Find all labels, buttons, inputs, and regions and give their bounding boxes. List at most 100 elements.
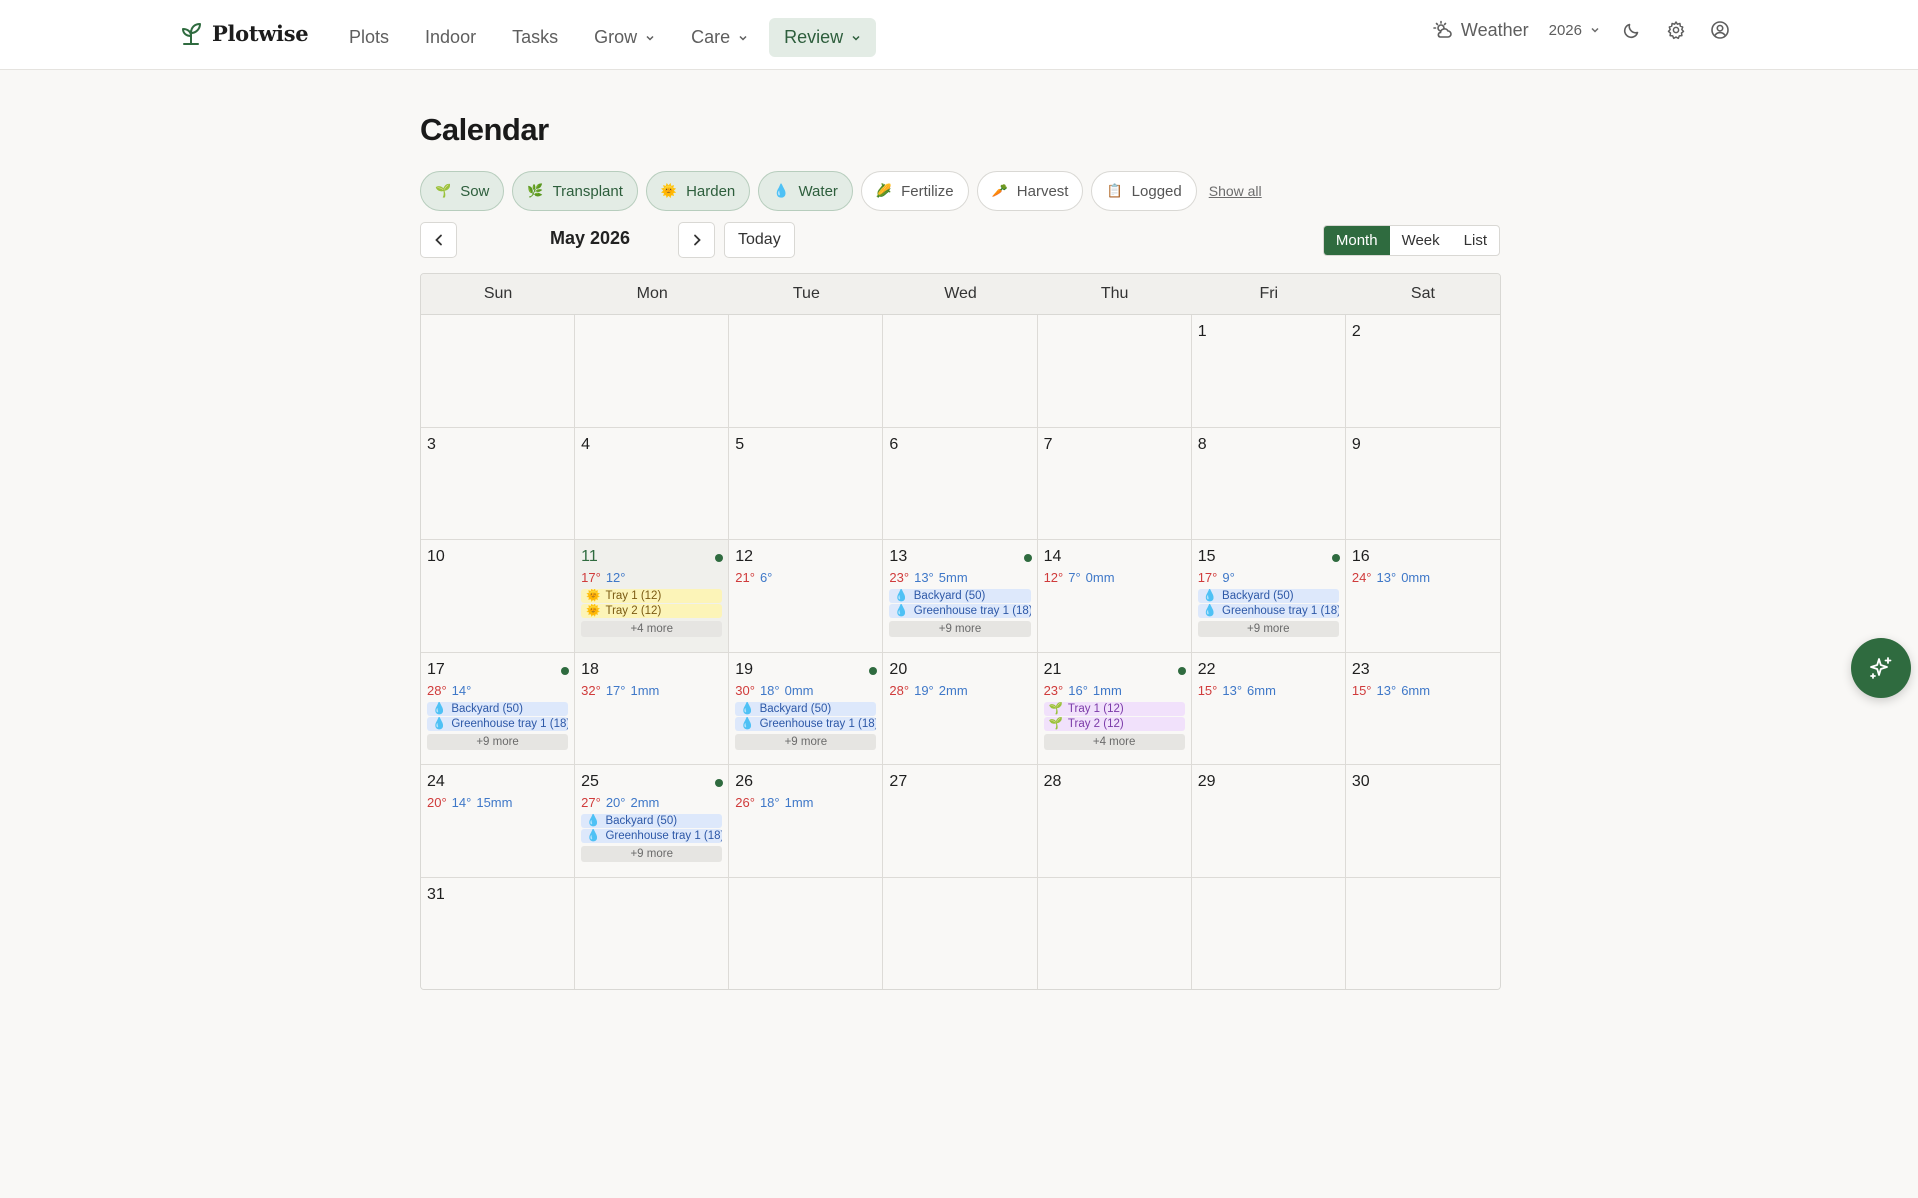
filter-chip-label: Fertilize bbox=[901, 182, 954, 200]
gear-icon bbox=[1667, 21, 1685, 40]
rainfall: 2mm bbox=[630, 795, 660, 811]
nav-link-care[interactable]: Care bbox=[676, 18, 763, 57]
high-temp: 27° bbox=[581, 795, 601, 811]
day-cell-27[interactable]: 27 bbox=[883, 765, 1038, 878]
day-cell-13[interactable]: 13 23° 13° 5mm 💧 Backyard (50) 💧 Greenhouse tra… bbox=[883, 540, 1038, 653]
event-water[interactable]: 💧 Backyard (50) bbox=[427, 701, 569, 716]
day-cell-7[interactable]: 7 bbox=[1037, 427, 1192, 541]
filter-chip-water[interactable]: 💧 Water bbox=[758, 171, 853, 211]
event-water[interactable]: 💧 Greenhouse tray 1 (18) bbox=[735, 716, 877, 731]
day-number: 3 bbox=[427, 435, 436, 453]
day-cell-15[interactable]: 15 17° 9° 💧 Backyard (50) 💧 Greenhouse tray 1 … bbox=[1191, 540, 1346, 653]
day-cell-6[interactable]: 6 bbox=[883, 427, 1038, 541]
day-cell-29[interactable]: 29 bbox=[1191, 765, 1346, 878]
day-cell-3[interactable]: 3 bbox=[421, 427, 576, 541]
day-cell-12[interactable]: 12 21° 6° bbox=[729, 540, 884, 653]
event-water[interactable]: 💧 Backyard (50) bbox=[735, 701, 877, 716]
more-events-button[interactable]: +9 more bbox=[1197, 621, 1339, 638]
day-number: 18 bbox=[581, 660, 599, 678]
user-circle-icon bbox=[1711, 21, 1729, 39]
more-events-button[interactable]: +9 more bbox=[581, 846, 723, 863]
day-cell-19[interactable]: 19 30° 18° 0mm 💧 Backyard (50) 💧 Greenhouse tra… bbox=[729, 652, 884, 766]
event-sow[interactable]: 🌱 Tray 1 (12) bbox=[1043, 701, 1185, 716]
more-events-button[interactable]: +4 more bbox=[581, 621, 723, 638]
day-cell-17[interactable]: 17 28° 14° 💧 Backyard (50) 💧 Greenhouse tray 1… bbox=[421, 652, 576, 766]
filter-chip-harden[interactable]: 🌞 Harden bbox=[645, 171, 751, 211]
day-cell-31[interactable]: 31 bbox=[421, 877, 576, 989]
day-cell-23[interactable]: 23 15° 13° 6mm bbox=[1345, 652, 1500, 766]
day-number: 29 bbox=[1197, 773, 1216, 791]
high-temp: 24° bbox=[1351, 570, 1372, 586]
day-cell-2[interactable]: 2 bbox=[1345, 315, 1500, 428]
nav-link-indoor[interactable]: Indoor bbox=[410, 18, 491, 57]
show-all-link[interactable]: Show all bbox=[1209, 183, 1262, 199]
day-cell-30[interactable]: 30 bbox=[1345, 765, 1500, 878]
more-events-button[interactable]: +9 more bbox=[889, 621, 1031, 638]
theme-toggle-button[interactable] bbox=[1620, 18, 1644, 42]
day-cell-10[interactable]: 10 bbox=[421, 540, 576, 653]
view-list-button[interactable]: List bbox=[1452, 226, 1499, 255]
event-water[interactable]: 💧 Backyard (50) bbox=[1197, 589, 1339, 604]
nav-link-plots[interactable]: Plots bbox=[334, 18, 404, 57]
filter-chip-fertilize[interactable]: 🌽 Fertilize bbox=[860, 171, 969, 211]
event-sow[interactable]: 🌱 Tray 2 (12) bbox=[1043, 716, 1185, 731]
next-month-button[interactable] bbox=[678, 222, 715, 258]
day-cell-24[interactable]: 24 20° 14° 15mm bbox=[421, 765, 576, 878]
nav-link-tasks[interactable]: Tasks bbox=[497, 18, 573, 57]
more-events-button[interactable]: +9 more bbox=[427, 733, 569, 750]
event-water[interactable]: 💧 Backyard (50) bbox=[581, 814, 723, 829]
day-cell-5[interactable]: 5 bbox=[729, 427, 884, 541]
day-cell-9[interactable]: 9 bbox=[1345, 427, 1500, 541]
day-cell-14[interactable]: 14 12° 7° 0mm bbox=[1037, 540, 1192, 653]
day-cell-20[interactable]: 20 28° 19° 2mm bbox=[883, 652, 1038, 766]
weather-forecast: 28° 14° bbox=[427, 682, 568, 700]
day-cell-25[interactable]: 25 27° 20° 2mm 💧 Backyard (50) 💧 Greenhouse tra… bbox=[575, 765, 730, 878]
today-button[interactable]: Today bbox=[724, 222, 795, 258]
view-week-button[interactable]: Week bbox=[1390, 226, 1452, 255]
more-events-button[interactable]: +4 more bbox=[1043, 733, 1185, 750]
filter-chip-transplant[interactable]: 🌿 Transplant bbox=[512, 171, 638, 211]
day-cell-11[interactable]: 11 17° 12° 🌞 Tray 1 (12) 🌞 Tray 2 (12) +4 more bbox=[575, 540, 730, 653]
event-harden[interactable]: 🌞 Tray 1 (12) bbox=[581, 589, 723, 604]
rainfall: 0mm bbox=[1085, 570, 1115, 586]
event-water[interactable]: 💧 Greenhouse tray 1 (18) bbox=[581, 829, 723, 844]
day-cell-28[interactable]: 28 bbox=[1037, 765, 1192, 878]
day-number: 8 bbox=[1197, 435, 1207, 453]
weather-forecast: 27° 20° 2mm bbox=[581, 794, 722, 812]
nav-link-label: Tasks bbox=[512, 27, 559, 47]
year-select[interactable]: 2026 bbox=[1549, 22, 1600, 39]
event-water[interactable]: 💧 Backyard (50) bbox=[889, 589, 1031, 604]
empty-day-cell bbox=[883, 877, 1038, 989]
filter-chip-harvest[interactable]: 🥕 Harvest bbox=[976, 171, 1084, 211]
event-harden[interactable]: 🌞 Tray 2 (12) bbox=[581, 604, 723, 619]
previous-month-button[interactable] bbox=[420, 222, 457, 258]
settings-button[interactable] bbox=[1664, 18, 1688, 42]
brand[interactable]: Plotwise bbox=[180, 20, 309, 46]
event-water[interactable]: 💧 Greenhouse tray 1 (18) bbox=[889, 604, 1031, 619]
day-cell-8[interactable]: 8 bbox=[1191, 427, 1346, 541]
day-cell-22[interactable]: 22 15° 13° 6mm bbox=[1191, 652, 1346, 766]
calendar-grid: 1 2 3 4 5 6 7 8 9 10 11 17° 12° 🌞 Tray 1 (12) 🌞 Tray 2 (… bbox=[421, 315, 1500, 989]
filter-chip-logged[interactable]: 📋 Logged bbox=[1091, 171, 1197, 211]
assistant-button[interactable] bbox=[1851, 638, 1911, 698]
event-label: Backyard (50) bbox=[1222, 590, 1294, 603]
event-water[interactable]: 💧 Greenhouse tray 1 (18) bbox=[1197, 604, 1339, 619]
more-events-button[interactable]: +9 more bbox=[735, 733, 877, 750]
chevron-down-icon bbox=[739, 35, 747, 41]
view-month-button[interactable]: Month bbox=[1323, 226, 1390, 255]
nav-link-review[interactable]: Review bbox=[769, 18, 877, 57]
day-cell-4[interactable]: 4 bbox=[575, 427, 730, 541]
day-cell-18[interactable]: 18 32° 17° 1mm bbox=[575, 652, 730, 766]
day-cell-26[interactable]: 26 26° 18° 1mm bbox=[729, 765, 884, 878]
day-cell-16[interactable]: 16 24° 13° 0mm bbox=[1345, 540, 1500, 653]
nav-link-grow[interactable]: Grow bbox=[579, 18, 670, 57]
low-temp: 19° bbox=[914, 682, 934, 698]
filter-chip-sow[interactable]: 🌱 Sow bbox=[420, 171, 505, 211]
day-cell-21[interactable]: 21 23° 16° 1mm 🌱 Tray 1 (12) 🌱 Tray 2 (12) +4 mo… bbox=[1037, 652, 1192, 766]
empty-day-cell bbox=[1191, 877, 1346, 989]
day-cell-1[interactable]: 1 bbox=[1191, 315, 1346, 428]
event-water[interactable]: 💧 Greenhouse tray 1 (18) bbox=[427, 716, 569, 731]
weather-button[interactable]: Weather bbox=[1433, 20, 1529, 41]
weekday-mon: Mon bbox=[636, 285, 668, 302]
account-button[interactable] bbox=[1708, 18, 1732, 42]
